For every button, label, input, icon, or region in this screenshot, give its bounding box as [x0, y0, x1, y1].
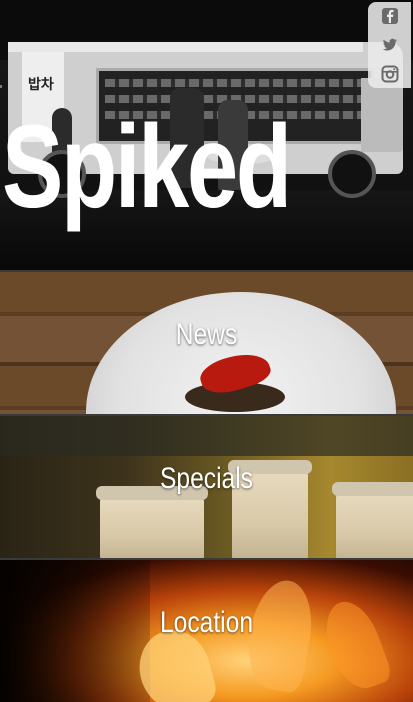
- nav-label-specials: Specials: [160, 462, 253, 495]
- truck-wheel: [328, 150, 376, 198]
- nav-tile-specials[interactable]: Specials: [0, 414, 413, 560]
- instagram-icon[interactable]: [381, 65, 399, 83]
- truck-sign-text: 밥차: [28, 77, 54, 93]
- page: 밥차 Spiked News Specials Location: [0, 0, 413, 702]
- twitter-icon[interactable]: [381, 36, 399, 54]
- site-title: Spiked: [2, 101, 292, 233]
- nav-label-news: News: [175, 318, 238, 351]
- mason-jar: [96, 486, 208, 560]
- mason-jar: [332, 482, 413, 560]
- nav-tile-location[interactable]: Location: [0, 558, 413, 702]
- hero-banner: 밥차 Spiked: [0, 0, 413, 270]
- nav-tile-news[interactable]: News: [0, 270, 413, 416]
- facebook-icon[interactable]: [381, 7, 399, 25]
- social-links: [368, 2, 411, 88]
- nav-label-location: Location: [159, 606, 254, 639]
